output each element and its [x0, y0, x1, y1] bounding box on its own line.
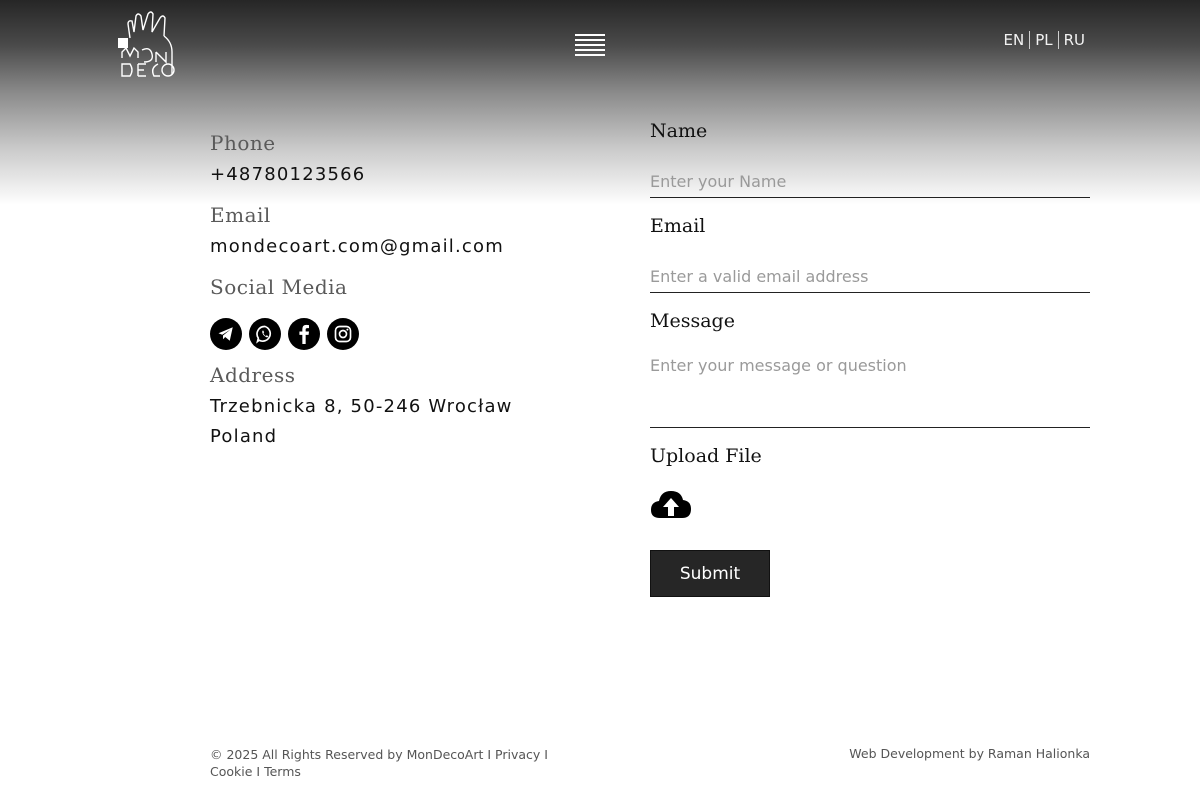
name-label: Name	[650, 120, 708, 142]
phone-value[interactable]: +48780123566	[210, 164, 365, 185]
menu-line	[575, 44, 605, 46]
menu-line	[575, 39, 605, 41]
social-icons	[210, 318, 359, 350]
whatsapp-icon[interactable]	[249, 318, 281, 350]
language-ru[interactable]: RU	[1064, 31, 1085, 49]
email-input[interactable]	[650, 261, 1090, 293]
social-media-label: Social Media	[210, 275, 348, 299]
mondeco-logo[interactable]	[116, 8, 176, 78]
address-label: Address	[210, 363, 296, 387]
address-line2: Poland	[210, 426, 278, 447]
language-en[interactable]: EN	[1003, 31, 1024, 49]
instagram-icon[interactable]	[327, 318, 359, 350]
language-divider	[1029, 31, 1031, 49]
footer-separator: I	[256, 764, 261, 779]
terms-link[interactable]: Terms	[264, 764, 301, 779]
address-line1: Trzebnicka 8, 50-246 Wrocław	[210, 396, 513, 417]
cookie-link[interactable]: Cookie	[210, 764, 252, 779]
email-value[interactable]: mondecoart.com@gmail.com	[210, 236, 504, 257]
privacy-link[interactable]: Privacy	[495, 747, 540, 762]
language-divider	[1057, 31, 1059, 49]
footer-separator: I	[544, 747, 548, 762]
submit-button[interactable]: Submit	[650, 550, 770, 597]
facebook-icon[interactable]	[288, 318, 320, 350]
form-email-label: Email	[650, 215, 706, 237]
cloud-upload-icon[interactable]	[650, 488, 692, 522]
copyright-text: © 2025 All Rights Reserved by MonDecoArt…	[210, 747, 492, 762]
footer-credit[interactable]: Web Development by Raman Halionka	[849, 746, 1090, 761]
email-label: Email	[210, 203, 271, 227]
name-input[interactable]	[650, 166, 1090, 198]
upload-file-label: Upload File	[650, 445, 762, 467]
language-pl[interactable]: PL	[1035, 31, 1052, 49]
message-textarea[interactable]	[650, 356, 1090, 428]
telegram-icon[interactable]	[210, 318, 242, 350]
message-label: Message	[650, 310, 735, 332]
footer-copyright: © 2025 All Rights Reserved by MonDecoArt…	[210, 746, 570, 780]
phone-label: Phone	[210, 131, 276, 155]
menu-line	[575, 54, 605, 56]
language-switcher: EN PL RU	[1003, 31, 1085, 49]
menu-line	[575, 49, 605, 51]
menu-line	[575, 34, 605, 36]
hamburger-menu-button[interactable]	[575, 34, 605, 56]
